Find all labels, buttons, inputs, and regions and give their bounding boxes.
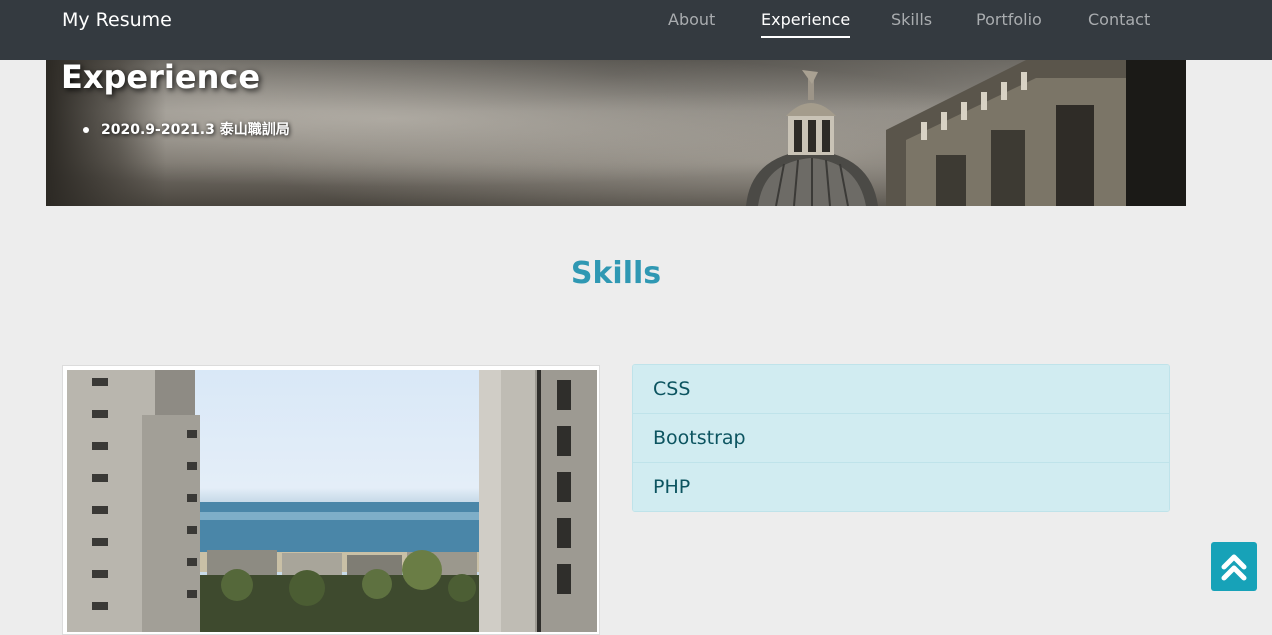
skills-title: Skills (570, 256, 662, 291)
experience-title: Experience (61, 60, 261, 96)
bullet-icon (83, 127, 89, 133)
nav-link-contact[interactable]: Contact (1088, 10, 1150, 38)
skill-item-css: CSS (633, 365, 1169, 414)
nav-link-portfolio[interactable]: Portfolio (976, 10, 1042, 38)
nav-link-experience[interactable]: Experience (761, 10, 851, 38)
double-chevron-up-icon (1221, 554, 1247, 581)
nav-link-skills[interactable]: Skills (891, 10, 932, 38)
nav-links: About Experience Skills Portfolio Contac… (0, 0, 1272, 60)
navbar: My Resume About Experience Skills Portfo… (0, 0, 1272, 60)
experience-item: 2020.9-2021.3 泰山職訓局 (83, 120, 290, 140)
experience-hero: Experience 2020.9-2021.3 泰山職訓局 (46, 60, 1186, 206)
skills-list: CSS Bootstrap PHP (632, 364, 1170, 512)
back-to-top-button[interactable] (1211, 542, 1257, 591)
skills-photo (62, 365, 600, 635)
experience-item-text: 2020.9-2021.3 泰山職訓局 (101, 122, 290, 138)
nav-link-about[interactable]: About (668, 10, 715, 38)
skill-item-php: PHP (633, 463, 1169, 511)
city-sea-image (67, 370, 597, 632)
skill-item-bootstrap: Bootstrap (633, 414, 1169, 463)
experience-list: 2020.9-2021.3 泰山職訓局 (83, 120, 290, 140)
city-sea-illustration (67, 370, 597, 632)
